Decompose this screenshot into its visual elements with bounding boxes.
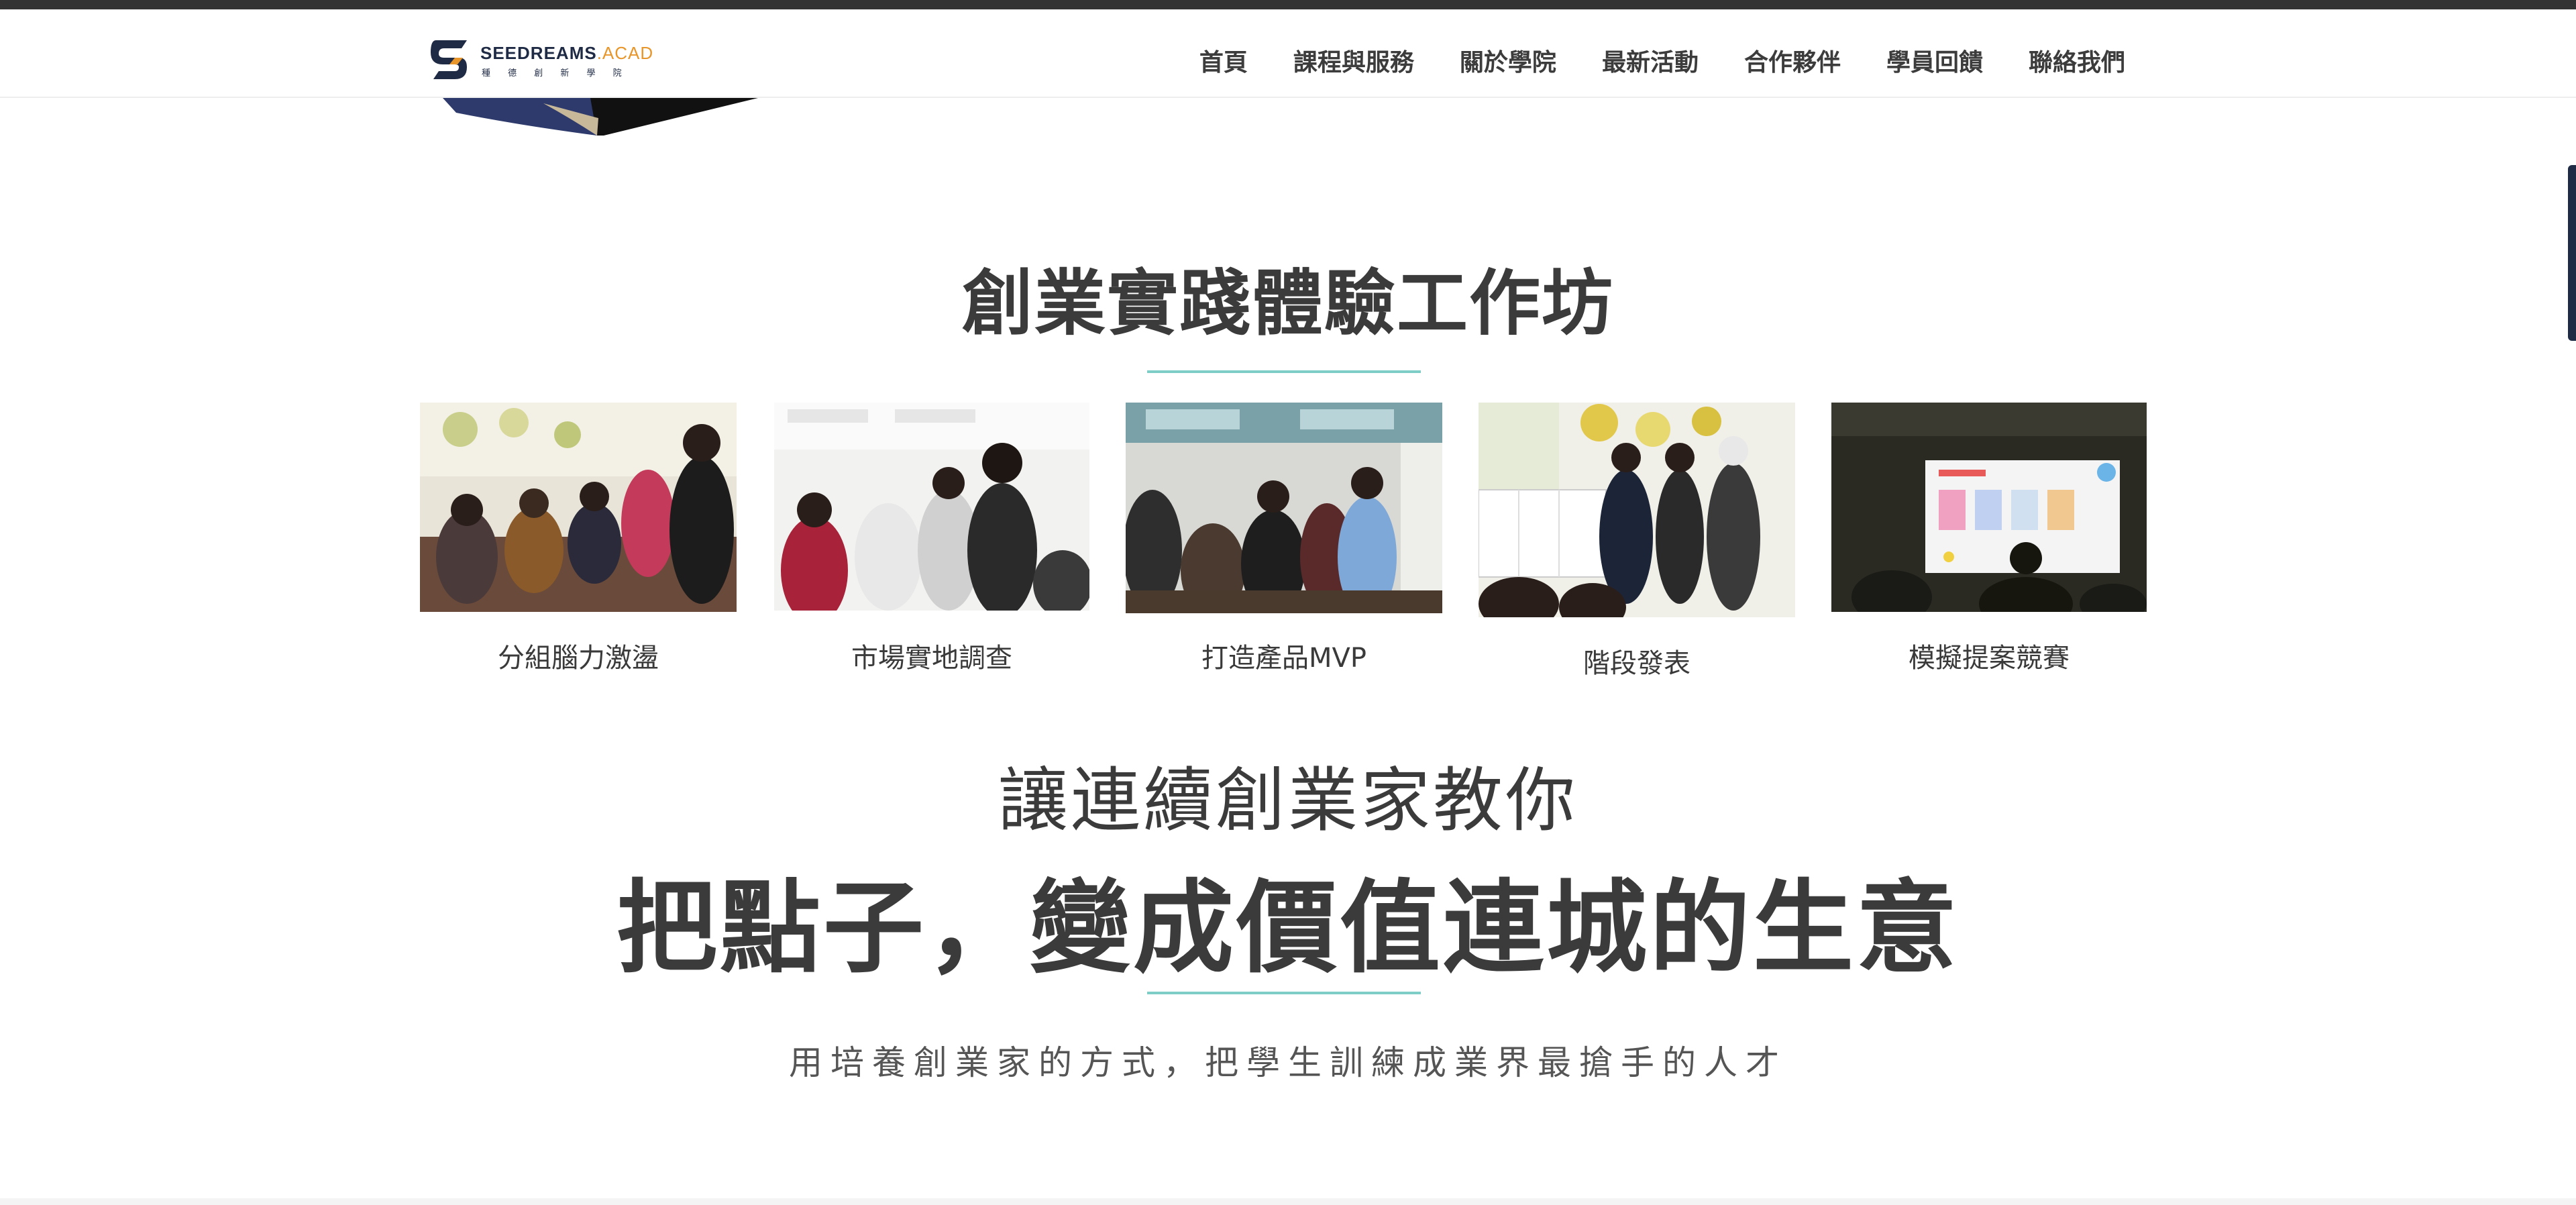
gallery-item-market-research[interactable]: 市場實地調查 xyxy=(774,403,1089,674)
market-research-photo xyxy=(774,403,1089,611)
nav-item-contact[interactable]: 聯絡我們 xyxy=(2006,35,2125,86)
build-mvp-photo xyxy=(1126,403,1442,613)
nav-item-courses[interactable]: 課程與服務 xyxy=(1271,35,1437,86)
logo-name-main: SEEDREAMS xyxy=(480,43,597,63)
heading-divider xyxy=(1147,992,1421,994)
logo-wordmark: SEEDREAMS.ACAD xyxy=(480,43,653,64)
logo-name-accent: .ACAD xyxy=(596,43,654,63)
gallery-item-brainstorm[interactable]: 分組腦力激盪 xyxy=(420,403,737,674)
main-nav: 首頁 課程與服務 關於學院 最新活動 合作夥伴 學員回饋 聯絡我們 xyxy=(1177,35,2125,86)
nav-item-about[interactable]: 關於學院 xyxy=(1437,35,1579,86)
intro-sub-heading: 讓連續創業家教你 xyxy=(998,759,1578,841)
intro-main-heading: 把點子，變成價值連城的生意 xyxy=(616,870,1960,987)
nav-item-partners[interactable]: 合作夥伴 xyxy=(1721,35,1864,86)
top-accent-bar xyxy=(0,0,2576,9)
gallery-caption: 市場實地調查 xyxy=(851,643,1012,674)
workshop-section-title: 創業實踐體驗工作坊 xyxy=(962,262,1614,345)
site-logo[interactable]: SEEDREAMS.ACAD 種 德 創 新 學 院 xyxy=(431,31,653,85)
pitch-competition-photo xyxy=(1831,403,2147,612)
seedreams-logo-icon xyxy=(431,40,467,79)
gallery-caption: 模擬提案競賽 xyxy=(1909,643,2070,674)
site-header: SEEDREAMS.ACAD 種 德 創 新 學 院 首頁 課程與服務 關於學院… xyxy=(0,9,2576,98)
gallery-item-build-mvp[interactable]: 打造產品MVP xyxy=(1126,403,1442,674)
nav-item-home[interactable]: 首頁 xyxy=(1177,35,1271,86)
stage-presentation-photo xyxy=(1479,403,1795,617)
title-divider xyxy=(1147,370,1421,373)
gallery-caption: 分組腦力激盪 xyxy=(498,643,659,674)
intro-tagline: 用培養創業家的方式，把學生訓練成業界最搶手的人才 xyxy=(789,1043,1787,1082)
gallery-item-pitch[interactable]: 模擬提案競賽 xyxy=(1831,403,2147,674)
group-brainstorm-photo xyxy=(420,403,737,612)
gallery-caption: 打造產品MVP xyxy=(1201,643,1366,674)
nav-item-testimonials[interactable]: 學員回饋 xyxy=(1864,35,2006,86)
gallery-item-presentation[interactable]: 階段發表 xyxy=(1479,403,1795,679)
logo-subtitle: 種 德 創 新 學 院 xyxy=(482,68,629,78)
previous-section-image-edge xyxy=(443,98,758,136)
section-bottom-edge xyxy=(0,1198,2576,1205)
gallery-caption: 階段發表 xyxy=(1583,648,1690,679)
nav-item-events[interactable]: 最新活動 xyxy=(1579,35,1721,86)
